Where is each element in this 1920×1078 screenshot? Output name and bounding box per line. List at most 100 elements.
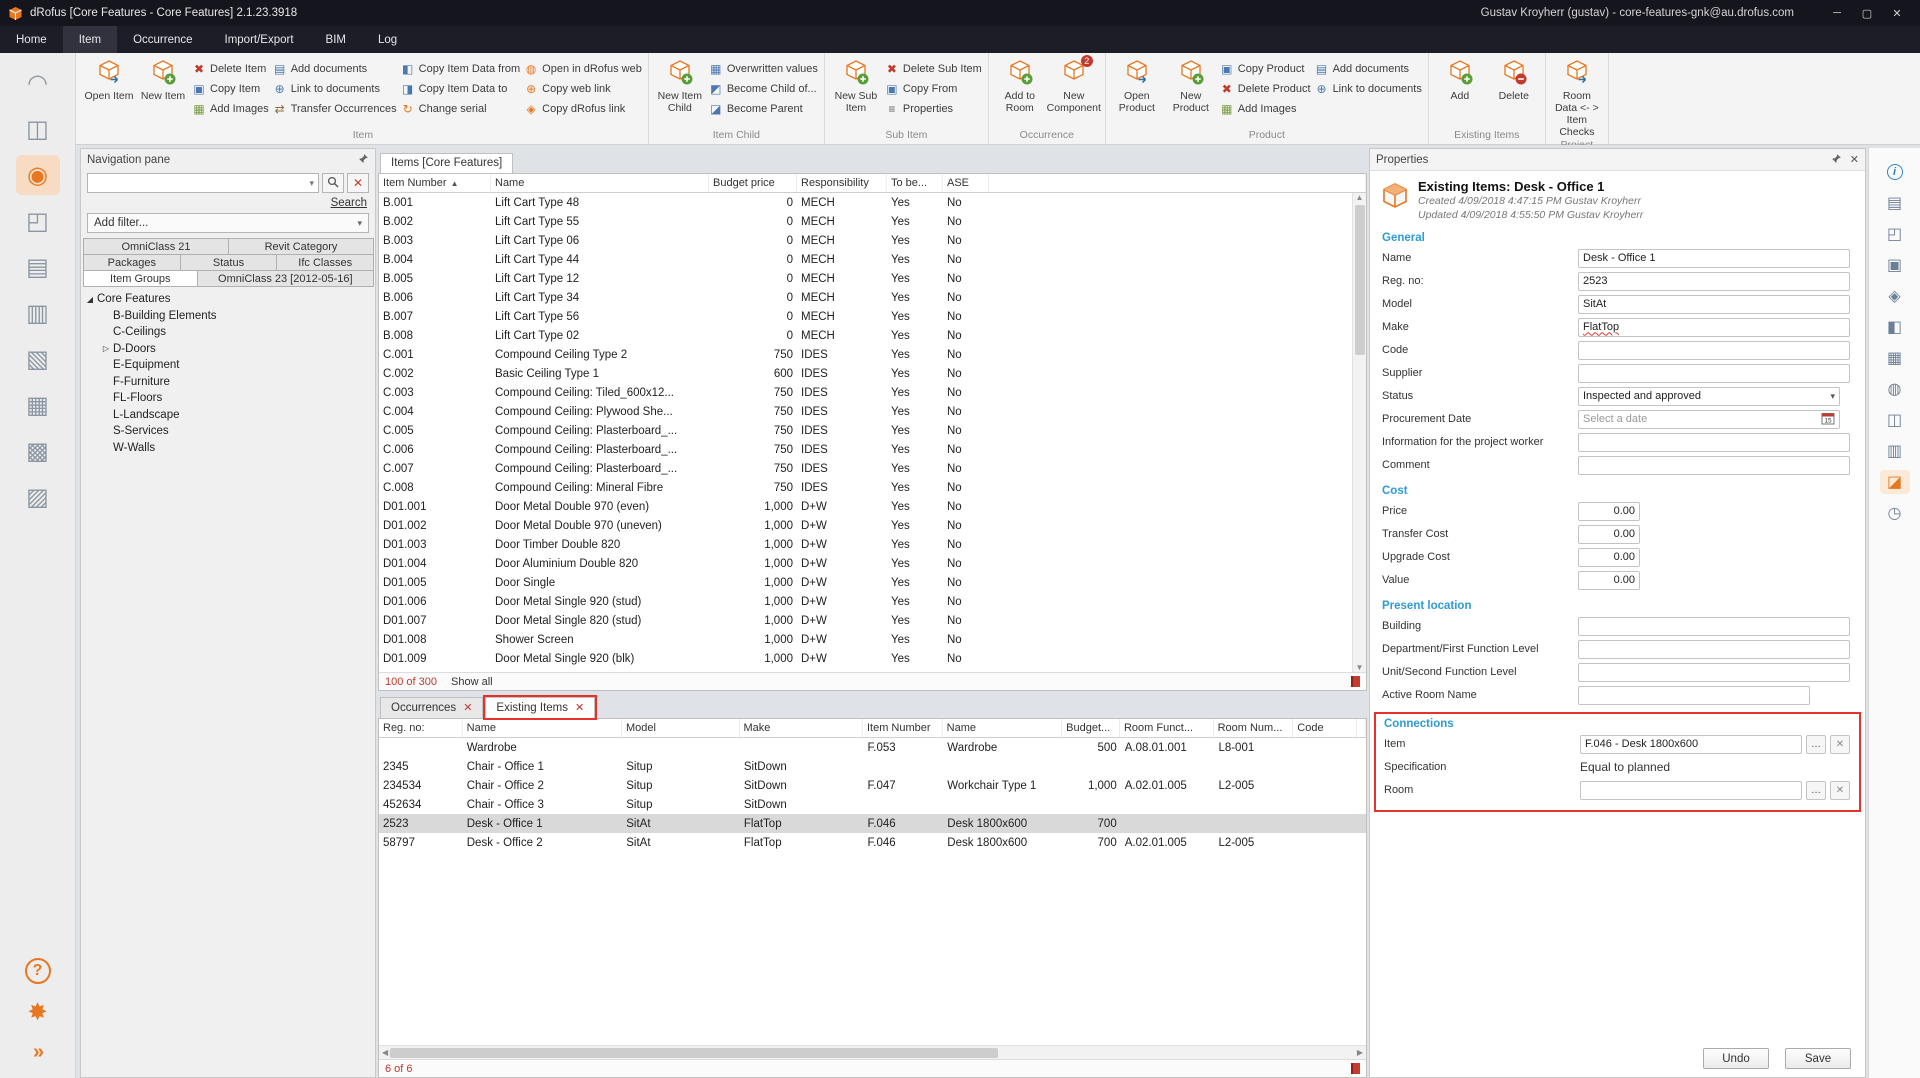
tree-node-b-building-elements[interactable]: B-Building Elements xyxy=(83,308,373,325)
ribbon-button-copy-drofus-link[interactable]: ◈Copy dRofus link xyxy=(524,100,642,117)
sidebar-item-buildings[interactable]: ▦ xyxy=(16,385,60,425)
menu-tab-log[interactable]: Log xyxy=(362,26,413,53)
sidebar-item-items[interactable]: ◉ xyxy=(16,155,60,195)
field-input-comment[interactable] xyxy=(1578,456,1850,475)
field-input-reg-no[interactable]: 2523 xyxy=(1578,272,1850,291)
table-row[interactable]: 58797Desk - Office 2SitAtFlatTopF.046Des… xyxy=(379,833,1366,852)
table-row[interactable]: D01.007Door Metal Single 820 (stud)1,000… xyxy=(379,611,1366,630)
tab-occurrences[interactable]: Occurrences✕ xyxy=(380,697,483,718)
tree-node-s-services[interactable]: S-Services xyxy=(83,423,373,440)
tree-node-e-equipment[interactable]: E-Equipment xyxy=(83,357,373,374)
field-input-building[interactable] xyxy=(1578,617,1850,636)
table-row[interactable]: 2345Chair - Office 1SitupSitDown xyxy=(379,757,1366,776)
column-header-budget-price[interactable]: Budget price xyxy=(709,174,797,192)
table-row[interactable]: B.008Lift Cart Type 020MECHYesNo xyxy=(379,326,1366,345)
right-strip-documents[interactable]: ▦ xyxy=(1880,346,1910,370)
ribbon-button-new-component[interactable]: 2New Component xyxy=(1049,56,1099,114)
sidebar-item-rooms[interactable]: ◠ xyxy=(16,63,60,103)
table-row[interactable]: B.002Lift Cart Type 550MECHYesNo xyxy=(379,212,1366,231)
right-strip-sub-items[interactable]: ▥ xyxy=(1880,439,1910,463)
table-row[interactable]: C.004Compound Ceiling: Plywood She...750… xyxy=(379,402,1366,421)
field-input-make[interactable]: FlatTop xyxy=(1578,318,1850,337)
tree-node-core-features[interactable]: ◢Core Features xyxy=(83,291,373,308)
field-input-code[interactable] xyxy=(1578,341,1850,360)
browse-item-button[interactable]: … xyxy=(1806,735,1826,754)
sidebar-item-reports[interactable]: ▨ xyxy=(16,477,60,517)
table-row[interactable]: C.001Compound Ceiling Type 2750IDESYesNo xyxy=(379,345,1366,364)
right-strip-properties-form[interactable]: ▤ xyxy=(1880,191,1910,215)
ribbon-button-transfer-occurrences[interactable]: ⇄Transfer Occurrences xyxy=(273,100,397,117)
search-button[interactable] xyxy=(322,173,344,193)
column-header-item-number-4[interactable]: Item Number xyxy=(863,719,943,737)
field-input-unit-second-function-level[interactable] xyxy=(1578,663,1850,682)
table-row[interactable]: 234534Chair - Office 2SitupSitDownF.047W… xyxy=(379,776,1366,795)
close-tab-icon[interactable]: ✕ xyxy=(575,701,584,714)
right-strip-item-list[interactable]: ◰ xyxy=(1880,222,1910,246)
table-row[interactable]: C.005Compound Ceiling: Plasterboard_...7… xyxy=(379,421,1366,440)
ribbon-button-new-sub-item[interactable]: New Sub Item xyxy=(831,56,881,114)
sidebar-item-settings[interactable]: ✸ xyxy=(27,998,47,1027)
minimize-button[interactable]: ─ xyxy=(1822,7,1852,19)
ribbon-button-link-to-documents[interactable]: ⊕Link to documents xyxy=(1315,80,1422,97)
table-row[interactable]: B.006Lift Cart Type 340MECHYesNo xyxy=(379,288,1366,307)
close-panel-icon[interactable]: ✕ xyxy=(1850,153,1859,166)
tab-existing-items[interactable]: Existing Items✕ xyxy=(485,697,595,718)
ribbon-button-delete-sub-item[interactable]: ✖Delete Sub Item xyxy=(885,60,982,77)
right-strip-existing-items[interactable]: ◪ xyxy=(1880,470,1910,494)
existing-horizontal-scrollbar[interactable]: ◀ ▶ xyxy=(379,1045,1366,1059)
ribbon-button-new-product[interactable]: New Product xyxy=(1166,56,1216,114)
ribbon-button-become-child-of[interactable]: ◩Become Child of... xyxy=(709,80,818,97)
ribbon-button-delete-product[interactable]: ✖Delete Product xyxy=(1220,80,1311,97)
search-link[interactable]: Search xyxy=(331,197,367,209)
field-select-status[interactable]: Inspected and approved▾ xyxy=(1578,387,1840,406)
field-input-department-first-function-level[interactable] xyxy=(1578,640,1850,659)
field-input-item[interactable]: F.046 - Desk 1800x600 xyxy=(1580,735,1802,754)
save-button[interactable]: Save xyxy=(1785,1048,1851,1069)
ribbon-button-delete-item[interactable]: ✖Delete Item xyxy=(192,60,269,77)
filter-tab-status[interactable]: Status xyxy=(180,254,278,271)
column-header-ase[interactable]: ASE xyxy=(943,174,989,192)
menu-tab-import-export[interactable]: Import/Export xyxy=(209,26,310,53)
tab-items-core-features[interactable]: Items [Core Features] xyxy=(380,153,513,173)
tree-node-d-doors[interactable]: ▷D-Doors xyxy=(83,341,373,358)
table-row[interactable]: C.008Compound Ceiling: Mineral Fibre750I… xyxy=(379,478,1366,497)
menu-tab-home[interactable]: Home xyxy=(0,26,63,53)
right-strip-images[interactable]: ◍ xyxy=(1880,377,1910,401)
clear-room-button[interactable]: ✕ xyxy=(1830,781,1850,800)
field-input-value[interactable]: 0.00 xyxy=(1578,571,1640,590)
table-row[interactable]: D01.005Door Single1,000D+WYesNo xyxy=(379,573,1366,592)
column-header-name-5[interactable]: Name xyxy=(943,719,1063,737)
tree-node-fl-floors[interactable]: FL-Floors xyxy=(83,390,373,407)
filter-indicator-icon[interactable] xyxy=(1351,676,1360,687)
table-row[interactable]: WardrobeF.053Wardrobe500A.08.01.001L8-00… xyxy=(379,738,1366,757)
field-date-procurement-date[interactable]: Select a date15 xyxy=(1578,410,1840,429)
sidebar-item-help[interactable]: ? xyxy=(25,958,51,984)
ribbon-button-open-in-drofus-web[interactable]: ◍Open in dRofus web xyxy=(524,60,642,77)
column-header-code-9[interactable]: Code xyxy=(1293,719,1357,737)
filter-tab-omniclass-21[interactable]: OmniClass 21 xyxy=(83,238,229,255)
ribbon-button-copy-web-link[interactable]: ⊕Copy web link xyxy=(524,80,642,97)
pin-icon[interactable] xyxy=(358,153,369,167)
right-strip-bim-models[interactable]: ◈ xyxy=(1880,284,1910,308)
filter-tab-omniclass-23-2012-05-16[interactable]: OmniClass 23 [2012-05-16] xyxy=(197,270,374,287)
filter-tab-packages[interactable]: Packages xyxy=(83,254,181,271)
ribbon-button-add[interactable]: Add xyxy=(1435,56,1485,102)
ribbon-button-new-item-child[interactable]: New Item Child xyxy=(655,56,705,114)
column-header-responsibility[interactable]: Responsibility xyxy=(797,174,887,192)
sidebar-item-specifications[interactable]: ▤ xyxy=(16,247,60,287)
tree-node-w-walls[interactable]: W-Walls xyxy=(83,440,373,457)
table-row[interactable]: D01.004Door Aluminium Double 8201,000D+W… xyxy=(379,554,1366,573)
right-strip-info[interactable]: i xyxy=(1880,160,1910,184)
ribbon-button-add-documents[interactable]: ▤Add documents xyxy=(273,60,397,77)
close-button[interactable]: ✕ xyxy=(1882,7,1912,20)
column-header-reg-no-0[interactable]: Reg. no: xyxy=(379,719,463,737)
table-row[interactable]: C.007Compound Ceiling: Plasterboard_...7… xyxy=(379,459,1366,478)
pin-icon[interactable] xyxy=(1831,153,1842,167)
ribbon-button-new-item[interactable]: New Item xyxy=(138,56,188,102)
field-input-information-for-the-project-worker[interactable] xyxy=(1578,433,1850,452)
menu-tab-item[interactable]: Item xyxy=(63,26,117,53)
column-header-item-number[interactable]: Item Number▲ xyxy=(379,174,491,192)
sidebar-item-floors[interactable]: ▩ xyxy=(16,431,60,471)
right-strip-item-children[interactable]: ◫ xyxy=(1880,408,1910,432)
field-input-model[interactable]: SitAt xyxy=(1578,295,1850,314)
